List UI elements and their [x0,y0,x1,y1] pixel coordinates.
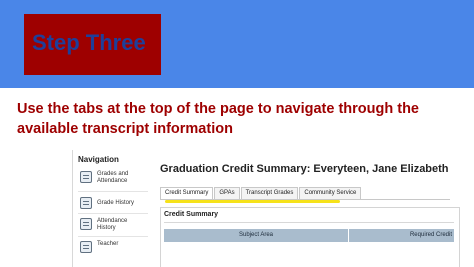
nav-item-label: Attendance History [97,218,128,231]
tab-transcript-grades[interactable]: Transcript Grades [240,187,299,199]
nav-item-label: Grade History [97,200,135,206]
nav-divider [78,191,148,192]
nav-item-attendance-history[interactable]: Attendance History [80,218,137,232]
tab-gpas[interactable]: GPAs [214,187,240,199]
nav-item-label: Grades and Attendance [97,171,129,184]
nav-item-grades-attendance[interactable]: Grades and Attendance [80,171,137,185]
table-header: Subject Area Required Credit [164,229,454,242]
section-title: Credit Summary [164,211,219,218]
navigation-heading: Navigation [78,155,119,164]
column-header-required-credit[interactable]: Required Credit [349,229,454,242]
tab-highlight-underline [165,200,340,203]
step-title: Step Three [32,30,146,55]
page-title: Graduation Credit Summary: Everyteen, Ja… [160,163,449,175]
column-header-subject-area[interactable]: Subject Area [164,229,349,242]
teacher-icon [80,241,92,253]
section-divider [164,222,454,223]
nav-divider [78,213,148,214]
nav-divider [78,236,148,237]
tab-community-service[interactable]: Community Service [299,187,362,199]
tab-credit-summary[interactable]: Credit Summary [160,187,214,199]
nav-item-label: Teacher [97,241,119,247]
attendance-icon [80,218,92,230]
screenshot-border [72,150,73,267]
nav-item-grade-history[interactable]: Grade History [80,197,137,209]
grades-icon [80,171,92,183]
instruction-text: Use the tabs at the top of the page to n… [17,101,419,137]
nav-item-teacher[interactable]: Teacher [80,241,137,253]
tab-bar: Credit Summary GPAs Transcript Grades Co… [160,187,450,200]
history-icon [80,197,92,209]
